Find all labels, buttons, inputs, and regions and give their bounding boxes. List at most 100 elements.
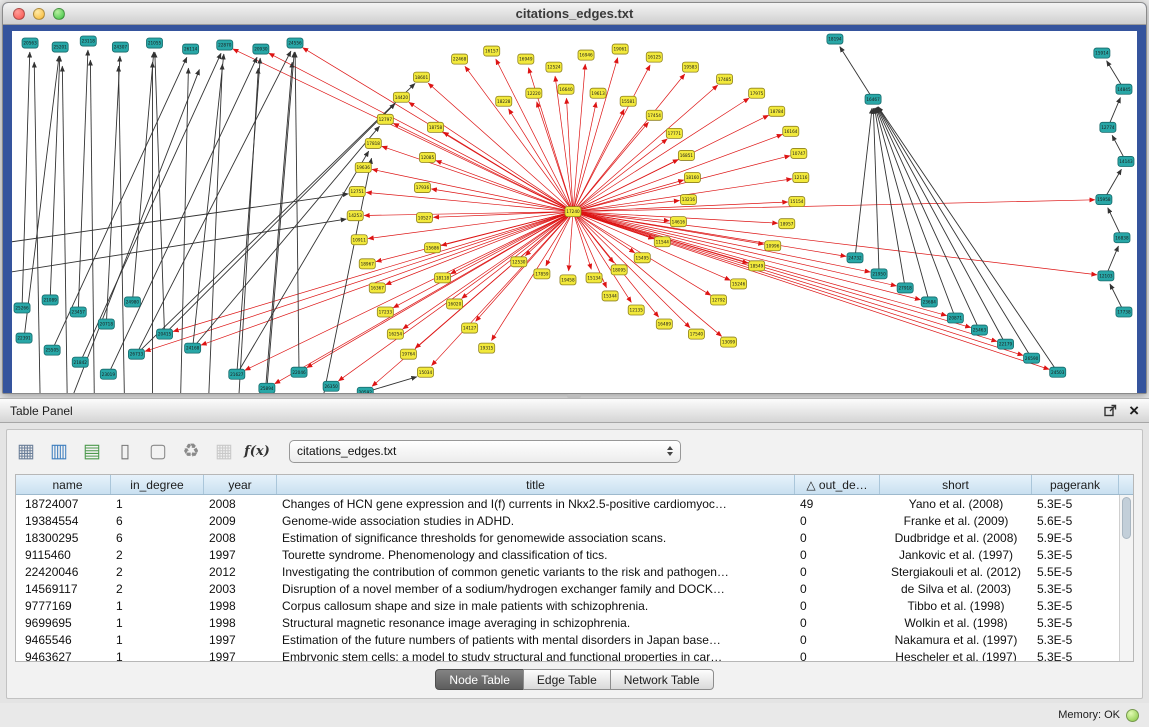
- graph-node[interactable]: 23684: [921, 297, 937, 307]
- cell-pagerank[interactable]: 5.3E-5: [1032, 582, 1119, 596]
- cell-pagerank[interactable]: 5.3E-5: [1032, 616, 1119, 630]
- graph-node[interactable]: 17233: [377, 307, 393, 317]
- graph-node[interactable]: 20415: [157, 329, 173, 339]
- graph-node[interactable]: 25201: [52, 42, 68, 52]
- cell-in-degree[interactable]: 6: [111, 531, 204, 545]
- cell-short[interactable]: Dudbridge et al. (2008): [880, 531, 1032, 545]
- cell-out-de[interactable]: 0: [795, 514, 880, 528]
- table-row[interactable]: 1872400712008Changes of HCN gene express…: [16, 495, 1119, 512]
- graph-node[interactable]: 16640: [558, 84, 574, 94]
- graph-node[interactable]: 11544: [654, 237, 670, 247]
- cell-pagerank[interactable]: 5.9E-5: [1032, 531, 1119, 545]
- cell-out-de[interactable]: 0: [795, 531, 880, 545]
- graph-node[interactable]: 14127: [462, 323, 478, 333]
- graph-node[interactable]: 18095: [611, 265, 627, 275]
- graph-node[interactable]: 17771: [666, 128, 682, 138]
- cell-name[interactable]: 9777169: [16, 599, 111, 613]
- cell-name[interactable]: 14569117: [16, 582, 111, 596]
- cell-out-de[interactable]: 0: [795, 633, 880, 647]
- graph-node[interactable]: 19613: [590, 88, 606, 98]
- cell-out-de[interactable]: 0: [795, 548, 880, 562]
- cell-title[interactable]: Estimation of significance thresholds fo…: [277, 531, 795, 545]
- graph-node[interactable]: 15495: [634, 253, 650, 263]
- column-header-year[interactable]: year: [204, 475, 277, 494]
- graph-node[interactable]: 12135: [628, 305, 644, 315]
- graph-node[interactable]: 15134: [586, 273, 602, 283]
- graph-node[interactable]: 15034: [417, 367, 433, 377]
- graph-node[interactable]: 25505: [44, 345, 60, 355]
- graph-node[interactable]: 19315: [479, 343, 495, 353]
- graph-node[interactable]: 21842: [72, 357, 88, 367]
- graph-node[interactable]: 16851: [678, 150, 694, 160]
- cell-out-de[interactable]: 49: [795, 497, 880, 511]
- graph-node[interactable]: 22391: [16, 333, 32, 343]
- table-row[interactable]: 1938455462009Genome-wide association stu…: [16, 512, 1119, 529]
- table-row[interactable]: 946554611997Estimation of the future num…: [16, 631, 1119, 648]
- graph-node[interactable]: 26350: [323, 381, 339, 391]
- tab-edge-table[interactable]: Edge Table: [523, 669, 611, 690]
- cell-title[interactable]: Investigating the contribution of common…: [277, 565, 795, 579]
- graph-node[interactable]: 14420: [393, 92, 409, 102]
- cell-year[interactable]: 1997: [204, 633, 277, 647]
- cell-year[interactable]: 1997: [204, 548, 277, 562]
- graph-node[interactable]: 19636: [355, 162, 371, 172]
- cell-in-degree[interactable]: 6: [111, 514, 204, 528]
- graph-node[interactable]: 18957: [779, 219, 795, 229]
- table-mode-icon[interactable]: ▦: [13, 438, 39, 464]
- graph-node[interactable]: 25894: [259, 383, 275, 393]
- graph-node[interactable]: 14143: [1118, 156, 1134, 166]
- graph-node[interactable]: 10996: [765, 241, 781, 251]
- import-table-icon[interactable]: ▤: [79, 438, 105, 464]
- graph-node[interactable]: 17454: [646, 110, 662, 120]
- cell-in-degree[interactable]: 2: [111, 548, 204, 562]
- graph-node[interactable]: 21089: [42, 295, 58, 305]
- graph-node[interactable]: 12774: [1100, 122, 1116, 132]
- table-row[interactable]: 946362711997Embryonic stem cells: a mode…: [16, 648, 1119, 662]
- cell-in-degree[interactable]: 1: [111, 650, 204, 663]
- graph-node[interactable]: 10911: [351, 235, 367, 245]
- graph-node[interactable]: 18601: [413, 72, 429, 82]
- cell-title[interactable]: Embryonic stem cells: a model to study s…: [277, 650, 795, 663]
- graph-node[interactable]: 20718: [98, 319, 114, 329]
- table-vertical-scrollbar[interactable]: [1119, 495, 1133, 661]
- cell-short[interactable]: de Silva et al. (2003): [880, 582, 1032, 596]
- graph-node[interactable]: 16489: [656, 319, 672, 329]
- cell-title[interactable]: Genome-wide association studies in ADHD.: [277, 514, 795, 528]
- graph-node[interactable]: 14616: [670, 217, 686, 227]
- cell-short[interactable]: Nakamura et al. (1997): [880, 633, 1032, 647]
- graph-node[interactable]: 14845: [1116, 84, 1132, 94]
- graph-node[interactable]: 26733: [128, 349, 144, 359]
- graph-node[interactable]: 20930: [253, 44, 269, 54]
- table-row[interactable]: 969969511998Structural magnetic resonanc…: [16, 614, 1119, 631]
- scrollbar-thumb[interactable]: [1122, 497, 1131, 539]
- cell-name[interactable]: 18300295: [16, 531, 111, 545]
- graph-node[interactable]: 13099: [721, 337, 737, 347]
- column-header-name[interactable]: name: [16, 475, 111, 494]
- graph-node[interactable]: 17738: [1116, 307, 1132, 317]
- graph-node[interactable]: 24732: [847, 253, 863, 263]
- graph-node[interactable]: 19458: [560, 275, 576, 285]
- rows-icon[interactable]: ▯: [112, 438, 138, 464]
- graph-node[interactable]: 20592: [357, 387, 373, 394]
- cell-short[interactable]: Yano et al. (2008): [880, 497, 1032, 511]
- column-header-in-degree[interactable]: in_degree: [111, 475, 204, 494]
- table-row[interactable]: 1830029562008Estimation of significance …: [16, 529, 1119, 546]
- graph-node[interactable]: 17540: [688, 329, 704, 339]
- graph-node[interactable]: 23457: [70, 307, 86, 317]
- graph-node[interactable]: 20563: [22, 38, 38, 48]
- graph-node[interactable]: 15958: [1096, 195, 1112, 205]
- graph-node[interactable]: 17240: [565, 207, 581, 217]
- cell-out-de[interactable]: 0: [795, 582, 880, 596]
- graph-node[interactable]: 21950: [871, 269, 887, 279]
- cell-title[interactable]: Changes of HCN gene expression and I(f) …: [277, 497, 795, 511]
- cell-year[interactable]: 1998: [204, 616, 277, 630]
- graph-node[interactable]: 10527: [416, 213, 432, 223]
- graph-node[interactable]: 18967: [359, 259, 375, 269]
- graph-node[interactable]: 15154: [789, 197, 805, 207]
- graph-node[interactable]: 17936: [414, 183, 430, 193]
- graph-node[interactable]: 17975: [749, 88, 765, 98]
- graph-node[interactable]: 17859: [534, 269, 550, 279]
- graph-node[interactable]: 16949: [518, 54, 534, 64]
- cell-title[interactable]: Structural magnetic resonance image aver…: [277, 616, 795, 630]
- show-columns-icon[interactable]: ▥: [46, 438, 72, 464]
